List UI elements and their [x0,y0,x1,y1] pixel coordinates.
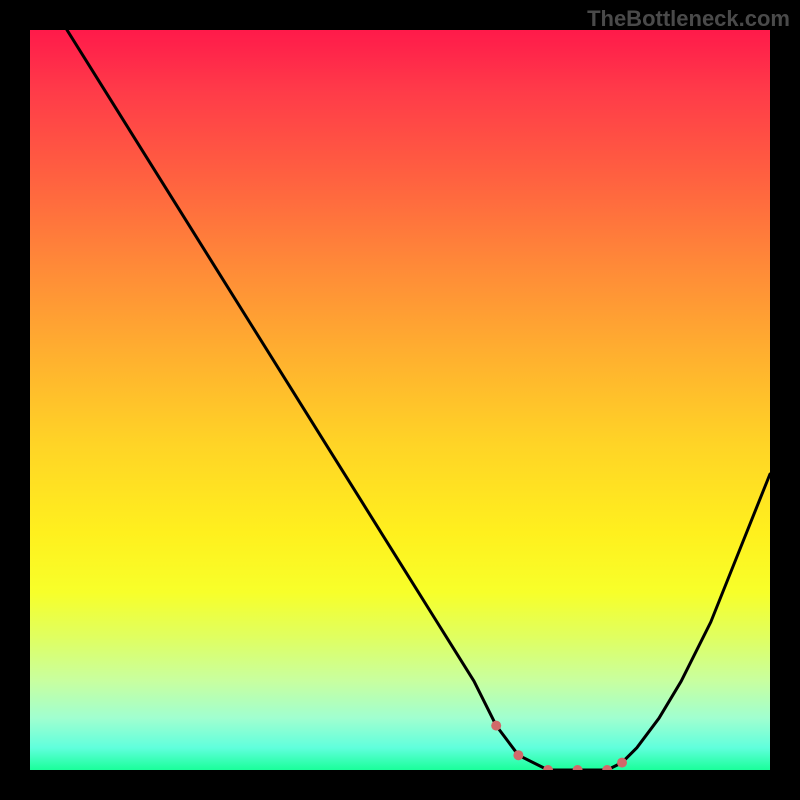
chart-svg [30,30,770,770]
marker-dot [543,765,553,770]
chart-plot-area [30,30,770,770]
watermark-text: TheBottleneck.com [587,6,790,32]
marker-dot [513,750,523,760]
marker-dot [602,765,612,770]
marker-dot [573,765,583,770]
marker-dot [491,721,501,731]
optimal-markers [491,721,627,770]
marker-dot [617,758,627,768]
bottleneck-curve [67,30,770,770]
curve-path [67,30,770,770]
